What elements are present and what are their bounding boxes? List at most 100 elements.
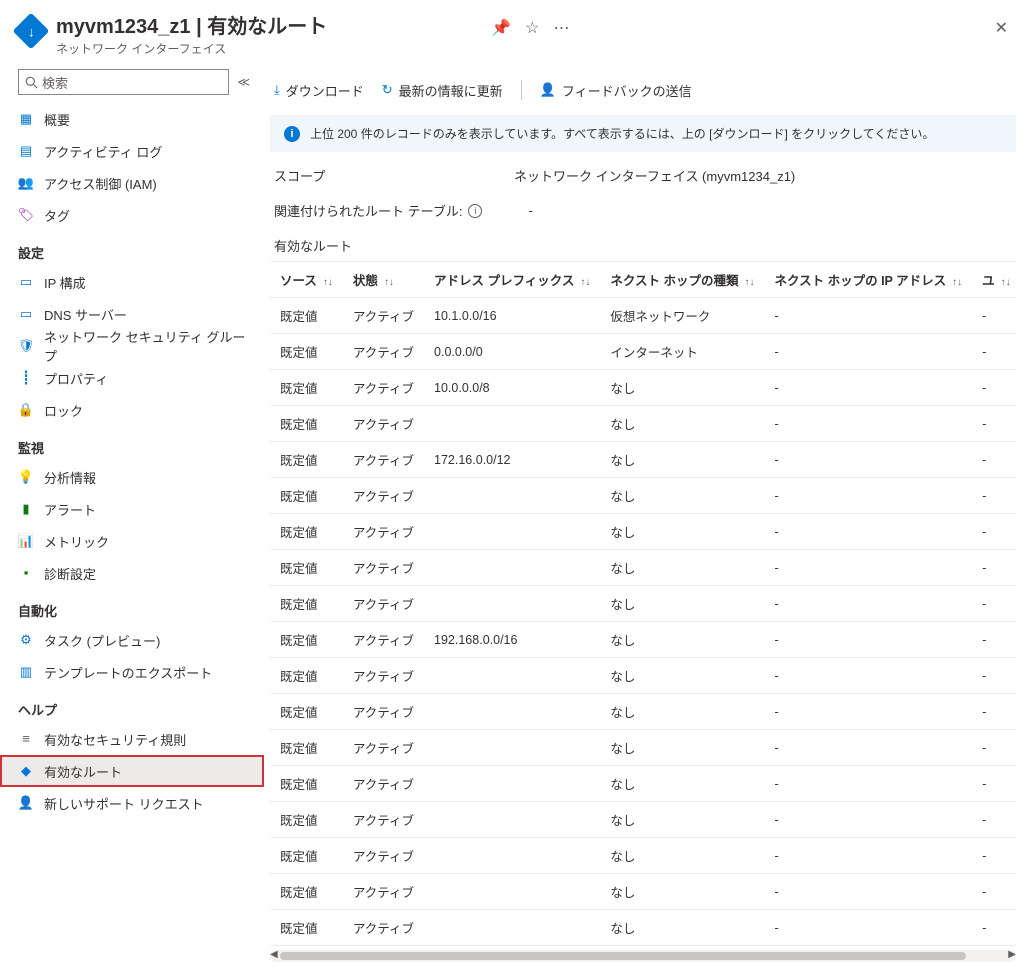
cell-state: アクティブ [343,406,424,442]
cell-user: - [972,658,1016,694]
pin-icon[interactable]: 📌 [491,18,511,38]
column-header[interactable]: ソース↑↓ [270,262,343,298]
table-row[interactable]: 既定値アクティブなし-- [270,838,1016,874]
cell-prefix [424,694,600,730]
cell-source: 既定値 [270,514,343,550]
sidebar-item-tasks[interactable]: ⚙タスク (プレビュー) [0,624,264,656]
cell-source: 既定値 [270,442,343,478]
sidebar-item-label: 分析情報 [44,468,96,487]
download-icon: ⤓ [274,82,280,98]
table-row[interactable]: 既定値アクティブなし-- [270,910,1016,946]
table-row[interactable]: 既定値アクティブなし-- [270,730,1016,766]
sidebar-item-label: 概要 [44,110,70,129]
cell-prefix [424,658,600,694]
sidebar-item-iam[interactable]: 👥アクセス制御 (IAM) [0,167,264,199]
table-row[interactable]: 既定値アクティブなし-- [270,406,1016,442]
cell-source: 既定値 [270,838,343,874]
routes-table-wrap[interactable]: ソース↑↓状態↑↓アドレス プレフィックス↑↓ネクスト ホップの種類↑↓ネクスト… [270,261,1016,946]
sidebar-item-ipconfig[interactable]: ▭IP 構成 [0,266,264,298]
cell-nexthop-ip: - [765,622,973,658]
sidebar-item-label: テンプレートのエクスポート [44,663,212,682]
cell-user: - [972,586,1016,622]
table-row[interactable]: 既定値アクティブなし-- [270,874,1016,910]
table-row[interactable]: 既定値アクティブなし-- [270,550,1016,586]
sidebar-group-title: 自動化 [0,589,264,624]
column-header[interactable]: 状態↑↓ [343,262,424,298]
search-input[interactable]: 検索 [18,69,229,95]
cell-prefix: 10.1.0.0/16 [424,298,600,334]
sidebar-item-support[interactable]: 👤新しいサポート リクエスト [0,787,264,819]
support-icon: 👤 [18,795,34,811]
cell-user: - [972,298,1016,334]
table-row[interactable]: 既定値アクティブ0.0.0.0/0インターネット-- [270,334,1016,370]
sidebar-item-alerts[interactable]: ▮アラート [0,493,264,525]
sidebar-item-routes[interactable]: ◆有効なルート [0,755,264,787]
sidebar-group-title: ヘルプ [0,688,264,723]
section-title: 有効なルート [274,236,1012,255]
horizontal-scrollbar[interactable]: ◀ ▶ [270,950,1016,962]
table-row[interactable]: 既定値アクティブなし-- [270,514,1016,550]
table-row[interactable]: 既定値アクティブなし-- [270,694,1016,730]
sidebar-item-dns[interactable]: ▭DNS サーバー [0,298,264,330]
column-header[interactable]: ユ↑↓ [972,262,1016,298]
cell-state: アクティブ [343,658,424,694]
table-row[interactable]: 既定値アクティブ10.1.0.0/16仮想ネットワーク-- [270,298,1016,334]
cell-source: 既定値 [270,658,343,694]
cell-source: 既定値 [270,874,343,910]
table-row[interactable]: 既定値アクティブ172.16.0.0/12なし-- [270,442,1016,478]
table-row[interactable]: 既定値アクティブなし-- [270,802,1016,838]
cell-nexthop-ip: - [765,910,973,946]
refresh-button[interactable]: ↻ 最新の情報に更新 [382,81,503,100]
table-row[interactable]: 既定値アクティブ192.168.0.0/16なし-- [270,622,1016,658]
column-header[interactable]: ネクスト ホップの種類↑↓ [600,262,764,298]
cell-nexthop-ip: - [765,838,973,874]
cell-nexthop-type: なし [600,874,764,910]
page-title: myvm1234_z1 | 有効なルート [56,14,481,40]
cell-nexthop-ip: - [765,586,973,622]
sidebar-item-tag[interactable]: 🏷タグ [0,199,264,231]
table-row[interactable]: 既定値アクティブなし-- [270,658,1016,694]
sidebar-item-metrics[interactable]: 📊メトリック [0,525,264,557]
cell-state: アクティブ [343,586,424,622]
sidebar-item-diag[interactable]: ▪診断設定 [0,557,264,589]
favorite-icon[interactable]: ☆ [525,18,539,38]
sidebar-item-overview[interactable]: ▦概要 [0,103,264,135]
cell-user: - [972,514,1016,550]
cell-prefix [424,586,600,622]
sidebar-item-export[interactable]: ▥テンプレートのエクスポート [0,656,264,688]
sort-icon: ↑↓ [323,277,333,288]
info-icon: i [284,126,300,142]
column-header[interactable]: アドレス プレフィックス↑↓ [424,262,600,298]
cell-state: アクティブ [343,370,424,406]
column-header[interactable]: ネクスト ホップの IP アドレス↑↓ [765,262,973,298]
download-button[interactable]: ⤓ ダウンロード [274,81,364,100]
sidebar-item-label: タグ [44,206,70,225]
more-icon[interactable]: ⋯ [553,18,569,38]
table-row[interactable]: 既定値アクティブ10.0.0.0/8なし-- [270,370,1016,406]
collapse-sidebar-button[interactable]: ≪ [237,75,250,89]
cell-prefix [424,514,600,550]
cell-nexthop-ip: - [765,406,973,442]
info-tooltip-icon[interactable]: i [468,204,482,218]
table-row[interactable]: 既定値アクティブなし-- [270,586,1016,622]
sidebar-item-nsg[interactable]: 🛡ネットワーク セキュリティ グループ [0,330,264,362]
scope-value: ネットワーク インターフェイス (myvm1234_z1) [514,166,795,185]
scroll-thumb[interactable] [280,952,966,960]
cell-nexthop-type: なし [600,802,764,838]
cell-user: - [972,370,1016,406]
table-row[interactable]: 既定値アクティブなし-- [270,478,1016,514]
sidebar-item-insights[interactable]: 💡分析情報 [0,461,264,493]
sidebar-item-secrules[interactable]: ≡有効なセキュリティ規則 [0,723,264,755]
close-button[interactable]: ✕ [995,18,1008,38]
cell-prefix [424,910,600,946]
feedback-button[interactable]: 👤 フィードバックの送信 [540,81,692,100]
cell-prefix [424,874,600,910]
sidebar-item-props[interactable]: ┋プロパティ [0,362,264,394]
table-row[interactable]: 既定値アクティブなし-- [270,766,1016,802]
sidebar-item-log[interactable]: ▤アクティビティ ログ [0,135,264,167]
cell-state: アクティブ [343,478,424,514]
cell-source: 既定値 [270,406,343,442]
sidebar-item-label: 有効なセキュリティ規則 [44,730,186,749]
feedback-icon: 👤 [540,82,556,98]
sidebar-item-lock[interactable]: 🔒ロック [0,394,264,426]
